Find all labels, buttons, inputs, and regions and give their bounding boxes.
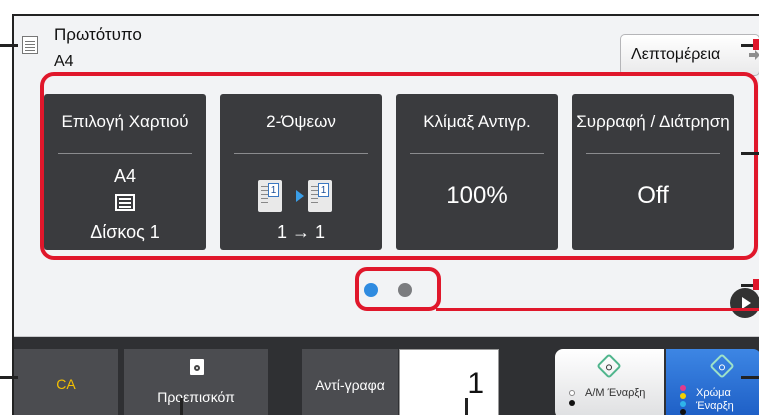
callout-line bbox=[436, 308, 759, 311]
callout-line bbox=[465, 398, 468, 415]
color-start-label: Χρώμα Έναρξη bbox=[696, 387, 734, 412]
preview-button[interactable]: Προεπισκόπ bbox=[124, 349, 268, 415]
tile-divider bbox=[586, 153, 720, 154]
copies-count-field[interactable]: 1 bbox=[399, 349, 499, 415]
details-button[interactable]: Λεπτομέρεια bbox=[620, 34, 759, 76]
callout-line bbox=[0, 376, 18, 379]
clear-all-label: CA bbox=[56, 376, 76, 392]
staple-punch-tile[interactable]: Συρραφή / Διάτρηση Off bbox=[572, 94, 734, 250]
indicator-lamp-icon bbox=[569, 400, 575, 406]
details-label: Λεπτομέρεια bbox=[631, 46, 721, 63]
tile-divider bbox=[58, 153, 192, 154]
indicator-lamp-icon bbox=[569, 390, 575, 396]
copy-screen: Πρωτότυπο A4 Λεπτομέρεια Επιλογή Χαρτιού… bbox=[12, 14, 759, 415]
bw-start-button[interactable]: Α/Μ Έναρξη bbox=[555, 349, 664, 415]
callout-line bbox=[180, 398, 183, 415]
preview-label: Προεπισκόπ bbox=[157, 389, 235, 405]
copy-ratio-tile[interactable]: Κλίμαξ Αντιγρ. 100% bbox=[396, 94, 558, 250]
paper-select-tile[interactable]: Επιλογή Χαρτιού A4 Δίσκος 1 bbox=[44, 94, 206, 250]
indicator-lamp-icon bbox=[680, 409, 686, 415]
start-icon bbox=[596, 353, 622, 379]
bw-start-label: Α/Μ Έναρξη bbox=[585, 387, 646, 399]
original-label: Πρωτότυπο bbox=[54, 25, 142, 44]
start-icon bbox=[709, 353, 735, 379]
copy-ratio-value: 100% bbox=[446, 182, 508, 209]
tile-divider bbox=[410, 153, 544, 154]
callout-line bbox=[741, 152, 759, 155]
page-dot[interactable] bbox=[398, 283, 412, 297]
magnifier-preview-icon bbox=[190, 359, 204, 375]
indicator-lamp-icon bbox=[680, 401, 686, 407]
original-size[interactable]: A4 bbox=[54, 53, 74, 71]
callout-line bbox=[0, 44, 18, 47]
paper-tray-icon bbox=[115, 194, 135, 211]
callout-marker bbox=[753, 39, 759, 50]
duplex-icon: 1 1 bbox=[258, 180, 348, 212]
page-dot-active[interactable] bbox=[364, 283, 378, 297]
tile-title: Κλίμαξ Αντιγρ. bbox=[423, 112, 531, 131]
tile-title: Συρραφή / Διάτρηση bbox=[576, 112, 730, 131]
tile-title: Επιλογή Χαρτιού bbox=[61, 112, 189, 131]
staple-punch-value: Off bbox=[637, 182, 669, 209]
indicator-lamp-icon bbox=[680, 393, 686, 399]
copies-button[interactable]: Αντί-γραφα bbox=[302, 349, 398, 415]
callout-marker bbox=[753, 279, 759, 290]
callout-line bbox=[741, 376, 759, 379]
tile-divider bbox=[234, 153, 368, 154]
paper-tray-label: Δίσκος 1 bbox=[90, 222, 160, 242]
duplex-tile[interactable]: 2-Όψεων 1 1 1 → 1 bbox=[220, 94, 382, 250]
original-document-icon bbox=[22, 36, 38, 54]
paper-size: A4 bbox=[113, 166, 137, 186]
copies-label: Αντί-γραφα bbox=[315, 377, 385, 393]
clear-all-button[interactable]: CA bbox=[14, 349, 118, 415]
duplex-mode: 1 → 1 bbox=[276, 222, 326, 242]
arrow-right-icon bbox=[749, 50, 759, 60]
tile-title: 2-Όψεων bbox=[266, 112, 336, 131]
next-page-button[interactable] bbox=[730, 288, 759, 318]
indicator-lamp-icon bbox=[680, 385, 686, 391]
color-start-button[interactable]: Χρώμα Έναρξη bbox=[666, 349, 759, 415]
